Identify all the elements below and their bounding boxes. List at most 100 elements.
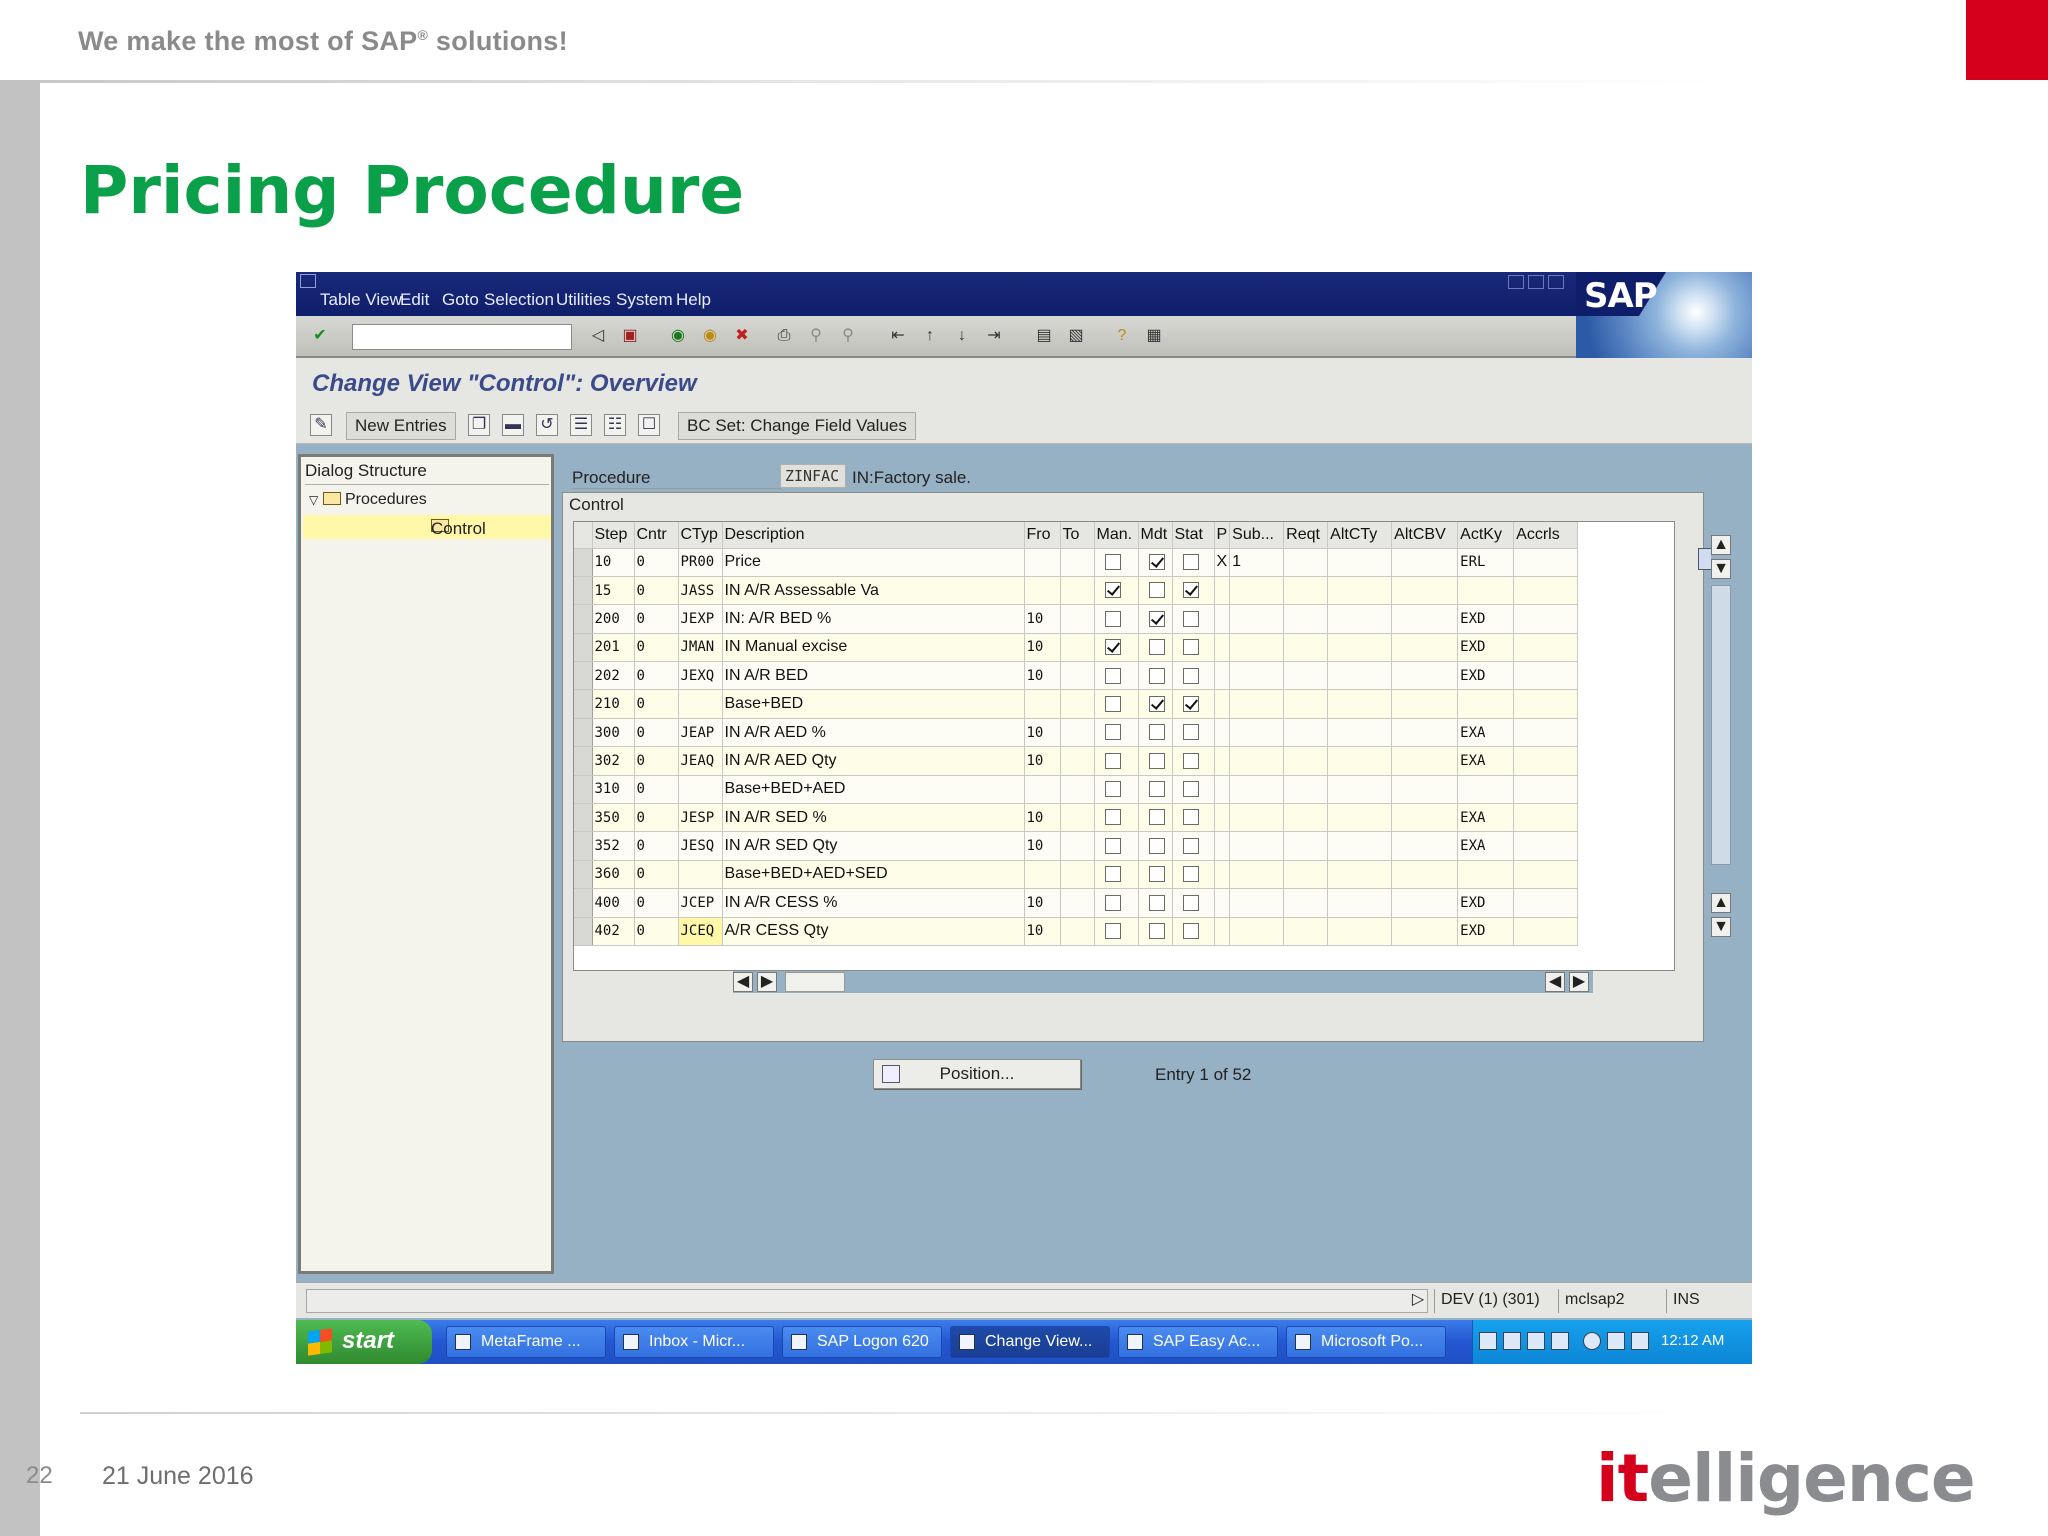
cell-subtotal[interactable] <box>1229 831 1285 861</box>
cell-counter[interactable]: 0 <box>634 604 679 634</box>
checkbox-icon[interactable] <box>1104 667 1121 684</box>
checkbox-icon[interactable] <box>1104 781 1121 798</box>
table-row[interactable]: 200 0 JEXP IN: A/R BED % 10 EXD <box>574 604 1579 634</box>
cell-account-key[interactable] <box>1457 576 1515 606</box>
vertical-scrollbar[interactable]: ▲ ▼ ▲ ▼ <box>1711 529 1733 939</box>
checkbox-icon[interactable] <box>1148 809 1165 826</box>
table-row[interactable]: 402 0 JCEQ A/R CESS Qty 10 EXD <box>574 917 1579 946</box>
cell-subtotal[interactable] <box>1229 775 1285 805</box>
cell-to[interactable] <box>1060 661 1095 691</box>
checkbox-icon[interactable] <box>1104 610 1121 627</box>
cell-requirement[interactable] <box>1283 831 1329 861</box>
column-header[interactable]: To <box>1060 522 1095 549</box>
task-sap-logon[interactable]: SAP Logon 620 <box>782 1326 942 1358</box>
cell-counter[interactable]: 0 <box>634 917 679 946</box>
scroll-right-end-icon[interactable]: ▶ <box>1569 972 1589 992</box>
cell-subtotal[interactable] <box>1229 633 1285 663</box>
cell-print[interactable] <box>1214 604 1231 634</box>
checkbox-icon[interactable] <box>1148 667 1165 684</box>
cell-from[interactable] <box>1024 576 1061 606</box>
cell-from[interactable] <box>1024 775 1061 805</box>
select-block-icon[interactable]: ☷ <box>604 414 626 436</box>
task-change-view[interactable]: Change View... <box>950 1326 1110 1358</box>
cell-alt-base-value[interactable] <box>1391 718 1459 748</box>
cell-accruals[interactable] <box>1513 576 1579 606</box>
checkbox-icon[interactable] <box>1182 923 1199 940</box>
cell-description[interactable]: IN A/R SED % <box>722 803 1025 833</box>
cell-step[interactable]: 350 <box>592 803 635 833</box>
row-selector[interactable] <box>574 661 593 691</box>
cell-condition-type[interactable] <box>678 860 723 890</box>
cell-alt-calc-type[interactable] <box>1327 548 1393 577</box>
cell-counter[interactable]: 0 <box>634 888 679 918</box>
cell-from[interactable]: 10 <box>1024 917 1061 946</box>
column-header[interactable]: P <box>1214 522 1231 549</box>
cell-alt-calc-type[interactable] <box>1327 661 1393 691</box>
cell-account-key[interactable]: EXA <box>1457 746 1515 776</box>
cell-alt-base-value[interactable] <box>1391 831 1459 861</box>
scroll-left-end-icon[interactable]: ◀ <box>1545 972 1565 992</box>
cell-subtotal[interactable] <box>1229 689 1285 719</box>
checkbox-icon[interactable] <box>1182 837 1199 854</box>
cell-account-key[interactable]: EXA <box>1457 803 1515 833</box>
column-header[interactable]: AltCTy <box>1327 522 1393 549</box>
row-selector[interactable] <box>574 746 593 776</box>
cell-alt-base-value[interactable] <box>1391 576 1459 606</box>
cell-alt-base-value[interactable] <box>1391 860 1459 890</box>
cell-to[interactable] <box>1060 548 1095 577</box>
checkbox-icon[interactable] <box>1148 894 1165 911</box>
cell-alt-base-value[interactable] <box>1391 746 1459 776</box>
row-selector[interactable] <box>574 775 593 805</box>
cell-account-key[interactable]: EXD <box>1457 917 1515 946</box>
cell-from[interactable]: 10 <box>1024 604 1061 634</box>
task-microsoft-powerpoint[interactable]: Microsoft Po... <box>1286 1326 1446 1358</box>
cell-to[interactable] <box>1060 718 1095 748</box>
cell-step[interactable]: 402 <box>592 917 635 946</box>
cell-print[interactable] <box>1214 661 1231 691</box>
scroll-thumb[interactable] <box>1711 585 1731 865</box>
column-header[interactable]: Description <box>722 522 1025 549</box>
new-entries-button[interactable]: New Entries <box>346 412 456 440</box>
scroll-down-icon[interactable]: ▼ <box>1711 559 1731 579</box>
table-row[interactable]: 400 0 JCEP IN A/R CESS % 10 EXD <box>574 888 1579 918</box>
table-row[interactable]: 360 0 Base+BED+AED+SED <box>574 860 1579 890</box>
cell-from[interactable]: 10 <box>1024 661 1061 691</box>
cell-condition-type[interactable]: JASS <box>678 576 723 606</box>
cell-description[interactable]: IN: A/R BED % <box>722 604 1025 634</box>
find-icon[interactable]: ⚲ <box>804 324 828 348</box>
cell-alt-base-value[interactable] <box>1391 917 1459 946</box>
back-arrow-icon[interactable]: ◁ <box>586 324 610 348</box>
cell-condition-type[interactable]: PR00 <box>678 548 723 577</box>
cell-step[interactable]: 200 <box>592 604 635 634</box>
page-down-icon[interactable]: ▼ <box>1711 917 1731 937</box>
cell-alt-calc-type[interactable] <box>1327 689 1393 719</box>
cell-accruals[interactable] <box>1513 689 1579 719</box>
menu-system[interactable]: System <box>616 290 673 310</box>
cell-condition-type[interactable]: JEAP <box>678 718 723 748</box>
cell-account-key[interactable]: EXD <box>1457 633 1515 663</box>
cell-description[interactable]: A/R CESS Qty <box>722 917 1025 946</box>
cell-description[interactable]: Base+BED <box>722 689 1025 719</box>
cell-to[interactable] <box>1060 689 1095 719</box>
tray-help-icon[interactable] <box>1527 1332 1545 1350</box>
next-page-icon[interactable]: ↓ <box>950 324 974 348</box>
back-icon[interactable]: ◉ <box>666 324 690 348</box>
row-selector[interactable] <box>574 548 593 577</box>
cell-account-key[interactable]: ERL <box>1457 548 1515 577</box>
column-header[interactable]: CTyp <box>678 522 723 549</box>
cell-condition-type[interactable] <box>678 689 723 719</box>
cell-from[interactable] <box>1024 689 1061 719</box>
checkbox-icon[interactable] <box>1182 639 1199 656</box>
cell-counter[interactable]: 0 <box>634 831 679 861</box>
hscroll-thumb[interactable] <box>785 972 845 992</box>
row-selector[interactable] <box>574 576 593 606</box>
tree-node-procedures[interactable]: ▽ Procedures <box>309 489 427 509</box>
cell-step[interactable]: 201 <box>592 633 635 663</box>
cell-from[interactable]: 10 <box>1024 718 1061 748</box>
cell-accruals[interactable] <box>1513 775 1579 805</box>
cell-to[interactable] <box>1060 633 1095 663</box>
select-all-icon[interactable]: ☰ <box>570 414 592 436</box>
cell-to[interactable] <box>1060 917 1095 946</box>
cell-account-key[interactable] <box>1457 689 1515 719</box>
cell-requirement[interactable] <box>1283 718 1329 748</box>
